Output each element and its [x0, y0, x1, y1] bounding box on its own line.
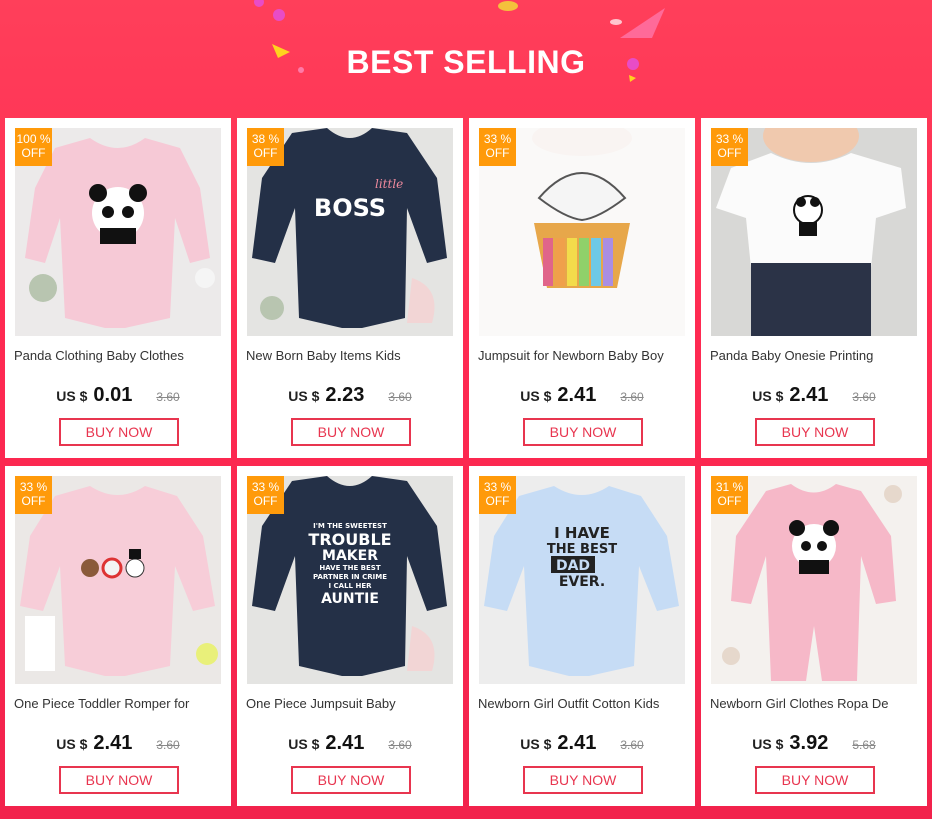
product-card[interactable]: 33 % OFF One Piece Toddler Romper for US…	[5, 466, 231, 806]
sale-price: 3.92	[789, 732, 829, 754]
buy-now-button[interactable]: BUY NOW	[291, 766, 411, 794]
svg-text:I'M THE SWEETEST: I'M THE SWEETEST	[313, 522, 387, 530]
svg-text:THE BEST: THE BEST	[547, 542, 617, 557]
discount-badge: 38 % OFF	[247, 128, 284, 166]
product-card[interactable]: 33 % OFF Jumpsuit for Newborn Baby Boy U…	[469, 118, 695, 458]
discount-text: 33 % OFF	[19, 480, 48, 508]
buy-now-button[interactable]: BUY NOW	[755, 418, 875, 446]
product-name[interactable]: New Born Baby Items Kids	[246, 348, 452, 363]
discount-text: 33 % OFF	[483, 480, 512, 508]
discount-badge: 33 % OFF	[479, 128, 516, 166]
discount-badge: 33 % OFF	[15, 476, 52, 514]
svg-text:EVER.: EVER.	[559, 574, 605, 590]
product-card[interactable]: I HAVE THE BEST DAD EVER. 33 % OFF Newbo…	[469, 466, 695, 806]
sale-price: 2.41	[789, 384, 829, 406]
svg-text:HAVE THE BEST: HAVE THE BEST	[319, 564, 380, 572]
discount-text: 33 % OFF	[483, 132, 512, 160]
svg-text:BOSS: BOSS	[314, 194, 386, 222]
product-name[interactable]: Panda Clothing Baby Clothes	[14, 348, 220, 363]
currency-label: US $	[288, 388, 320, 404]
discount-badge: 33 % OFF	[247, 476, 284, 514]
sale-price: 2.41	[557, 384, 597, 406]
svg-text:DAD: DAD	[556, 558, 590, 574]
discount-badge: 33 % OFF	[479, 476, 516, 514]
currency-label: US $	[56, 388, 88, 404]
original-price: 3.60	[388, 738, 412, 752]
price-row: US $ 2.41 3.60	[237, 732, 463, 758]
buy-now-button[interactable]: BUY NOW	[523, 766, 643, 794]
currency-label: US $	[288, 736, 320, 752]
svg-text:AUNTIE: AUNTIE	[321, 591, 379, 607]
discount-text: 31 % OFF	[715, 480, 744, 508]
discount-badge: 100 % OFF	[15, 128, 52, 166]
page-title: BEST SELLING	[346, 44, 586, 80]
buy-now-button[interactable]: BUY NOW	[523, 418, 643, 446]
price-row: US $ 2.41 3.60	[469, 384, 695, 410]
price-row: US $ 2.41 3.60	[5, 732, 231, 758]
price-row: US $ 2.23 3.60	[237, 384, 463, 410]
currency-label: US $	[752, 388, 784, 404]
product-name[interactable]: Panda Baby Onesie Printing	[710, 348, 916, 363]
product-card[interactable]: 100 % OFF Panda Clothing Baby Clothes US…	[5, 118, 231, 458]
svg-text:little: little	[375, 177, 403, 191]
buy-now-button[interactable]: BUY NOW	[59, 418, 179, 446]
product-card[interactable]: I'M THE SWEETEST TROUBLE MAKER HAVE THE …	[237, 466, 463, 806]
currency-label: US $	[56, 736, 88, 752]
buy-now-button[interactable]: BUY NOW	[291, 418, 411, 446]
product-grid: 100 % OFF Panda Clothing Baby Clothes US…	[5, 118, 927, 806]
original-price: 3.60	[852, 390, 876, 404]
svg-text:TROUBLE: TROUBLE	[308, 530, 391, 549]
original-price: 3.60	[388, 390, 412, 404]
discount-text: 38 % OFF	[251, 132, 280, 160]
product-card[interactable]: 33 % OFF Panda Baby Onesie Printing US $…	[701, 118, 927, 458]
buy-now-button[interactable]: BUY NOW	[755, 766, 875, 794]
svg-text:I HAVE: I HAVE	[554, 524, 610, 542]
sale-price: 0.01	[93, 384, 133, 406]
product-card[interactable]: little BOSS 38 % OFF New Born Baby Items…	[237, 118, 463, 458]
original-price: 3.60	[156, 390, 180, 404]
price-row: US $ 3.92 5.68	[701, 732, 927, 758]
currency-label: US $	[752, 736, 784, 752]
product-name[interactable]: Newborn Girl Clothes Ropa De	[710, 696, 916, 711]
sale-price: 2.23	[325, 384, 365, 406]
sale-price: 2.41	[325, 732, 365, 754]
sale-price: 2.41	[557, 732, 597, 754]
original-price: 3.60	[620, 390, 644, 404]
discount-text: 33 % OFF	[251, 480, 280, 508]
discount-text: 33 % OFF	[715, 132, 744, 160]
original-price: 3.60	[156, 738, 180, 752]
product-card[interactable]: 31 % OFF Newborn Girl Clothes Ropa De US…	[701, 466, 927, 806]
original-price: 3.60	[620, 738, 644, 752]
original-price: 5.68	[852, 738, 876, 752]
svg-text:PARTNER IN CRIME: PARTNER IN CRIME	[313, 573, 387, 581]
buy-now-button[interactable]: BUY NOW	[59, 766, 179, 794]
product-name[interactable]: One Piece Jumpsuit Baby	[246, 696, 452, 711]
price-row: US $ 0.01 3.60	[5, 384, 231, 410]
svg-text:I CALL HER: I CALL HER	[329, 582, 373, 590]
sale-price: 2.41	[93, 732, 133, 754]
price-row: US $ 2.41 3.60	[469, 732, 695, 758]
discount-badge: 31 % OFF	[711, 476, 748, 514]
product-name[interactable]: Newborn Girl Outfit Cotton Kids	[478, 696, 684, 711]
svg-text:MAKER: MAKER	[322, 548, 378, 564]
product-name[interactable]: One Piece Toddler Romper for	[14, 696, 220, 711]
currency-label: US $	[520, 388, 552, 404]
discount-text: 100 % OFF	[16, 132, 51, 160]
currency-label: US $	[520, 736, 552, 752]
product-name[interactable]: Jumpsuit for Newborn Baby Boy	[478, 348, 684, 363]
discount-badge: 33 % OFF	[711, 128, 748, 166]
price-row: US $ 2.41 3.60	[701, 384, 927, 410]
